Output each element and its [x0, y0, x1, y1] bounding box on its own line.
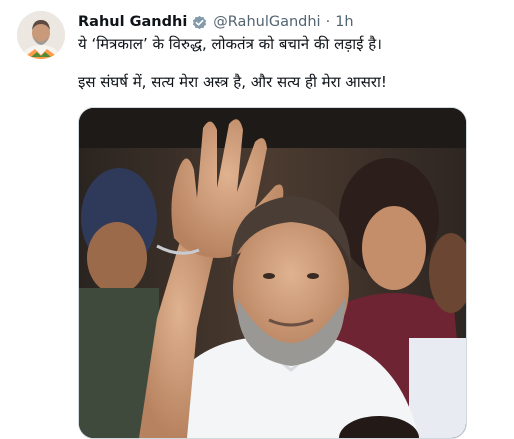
author-avatar[interactable] [17, 11, 65, 59]
tweet-photo[interactable] [78, 107, 467, 439]
photo-illustration [79, 108, 466, 438]
tweet[interactable]: Rahul Gandhi @RahulGandhi · 1h ये ‘मित्र… [0, 0, 514, 439]
author-handle[interactable]: @RahulGandhi [213, 14, 320, 30]
verified-badge-icon[interactable] [191, 14, 208, 31]
tweet-text-line-1: ये ‘मित्रकाल’ के विरुद्ध, लोकतंत्र को बच… [78, 35, 382, 53]
tweet-text-line-2: इस संघर्ष में, सत्य मेरा अस्त्र है, और स… [78, 73, 387, 91]
author-display-name[interactable]: Rahul Gandhi [78, 14, 187, 30]
tweet-timestamp[interactable]: 1h [335, 14, 353, 30]
tweet-header: Rahul Gandhi @RahulGandhi · 1h [78, 12, 354, 32]
header-separator: · [325, 14, 331, 30]
profile-avatar-icon [17, 11, 65, 59]
